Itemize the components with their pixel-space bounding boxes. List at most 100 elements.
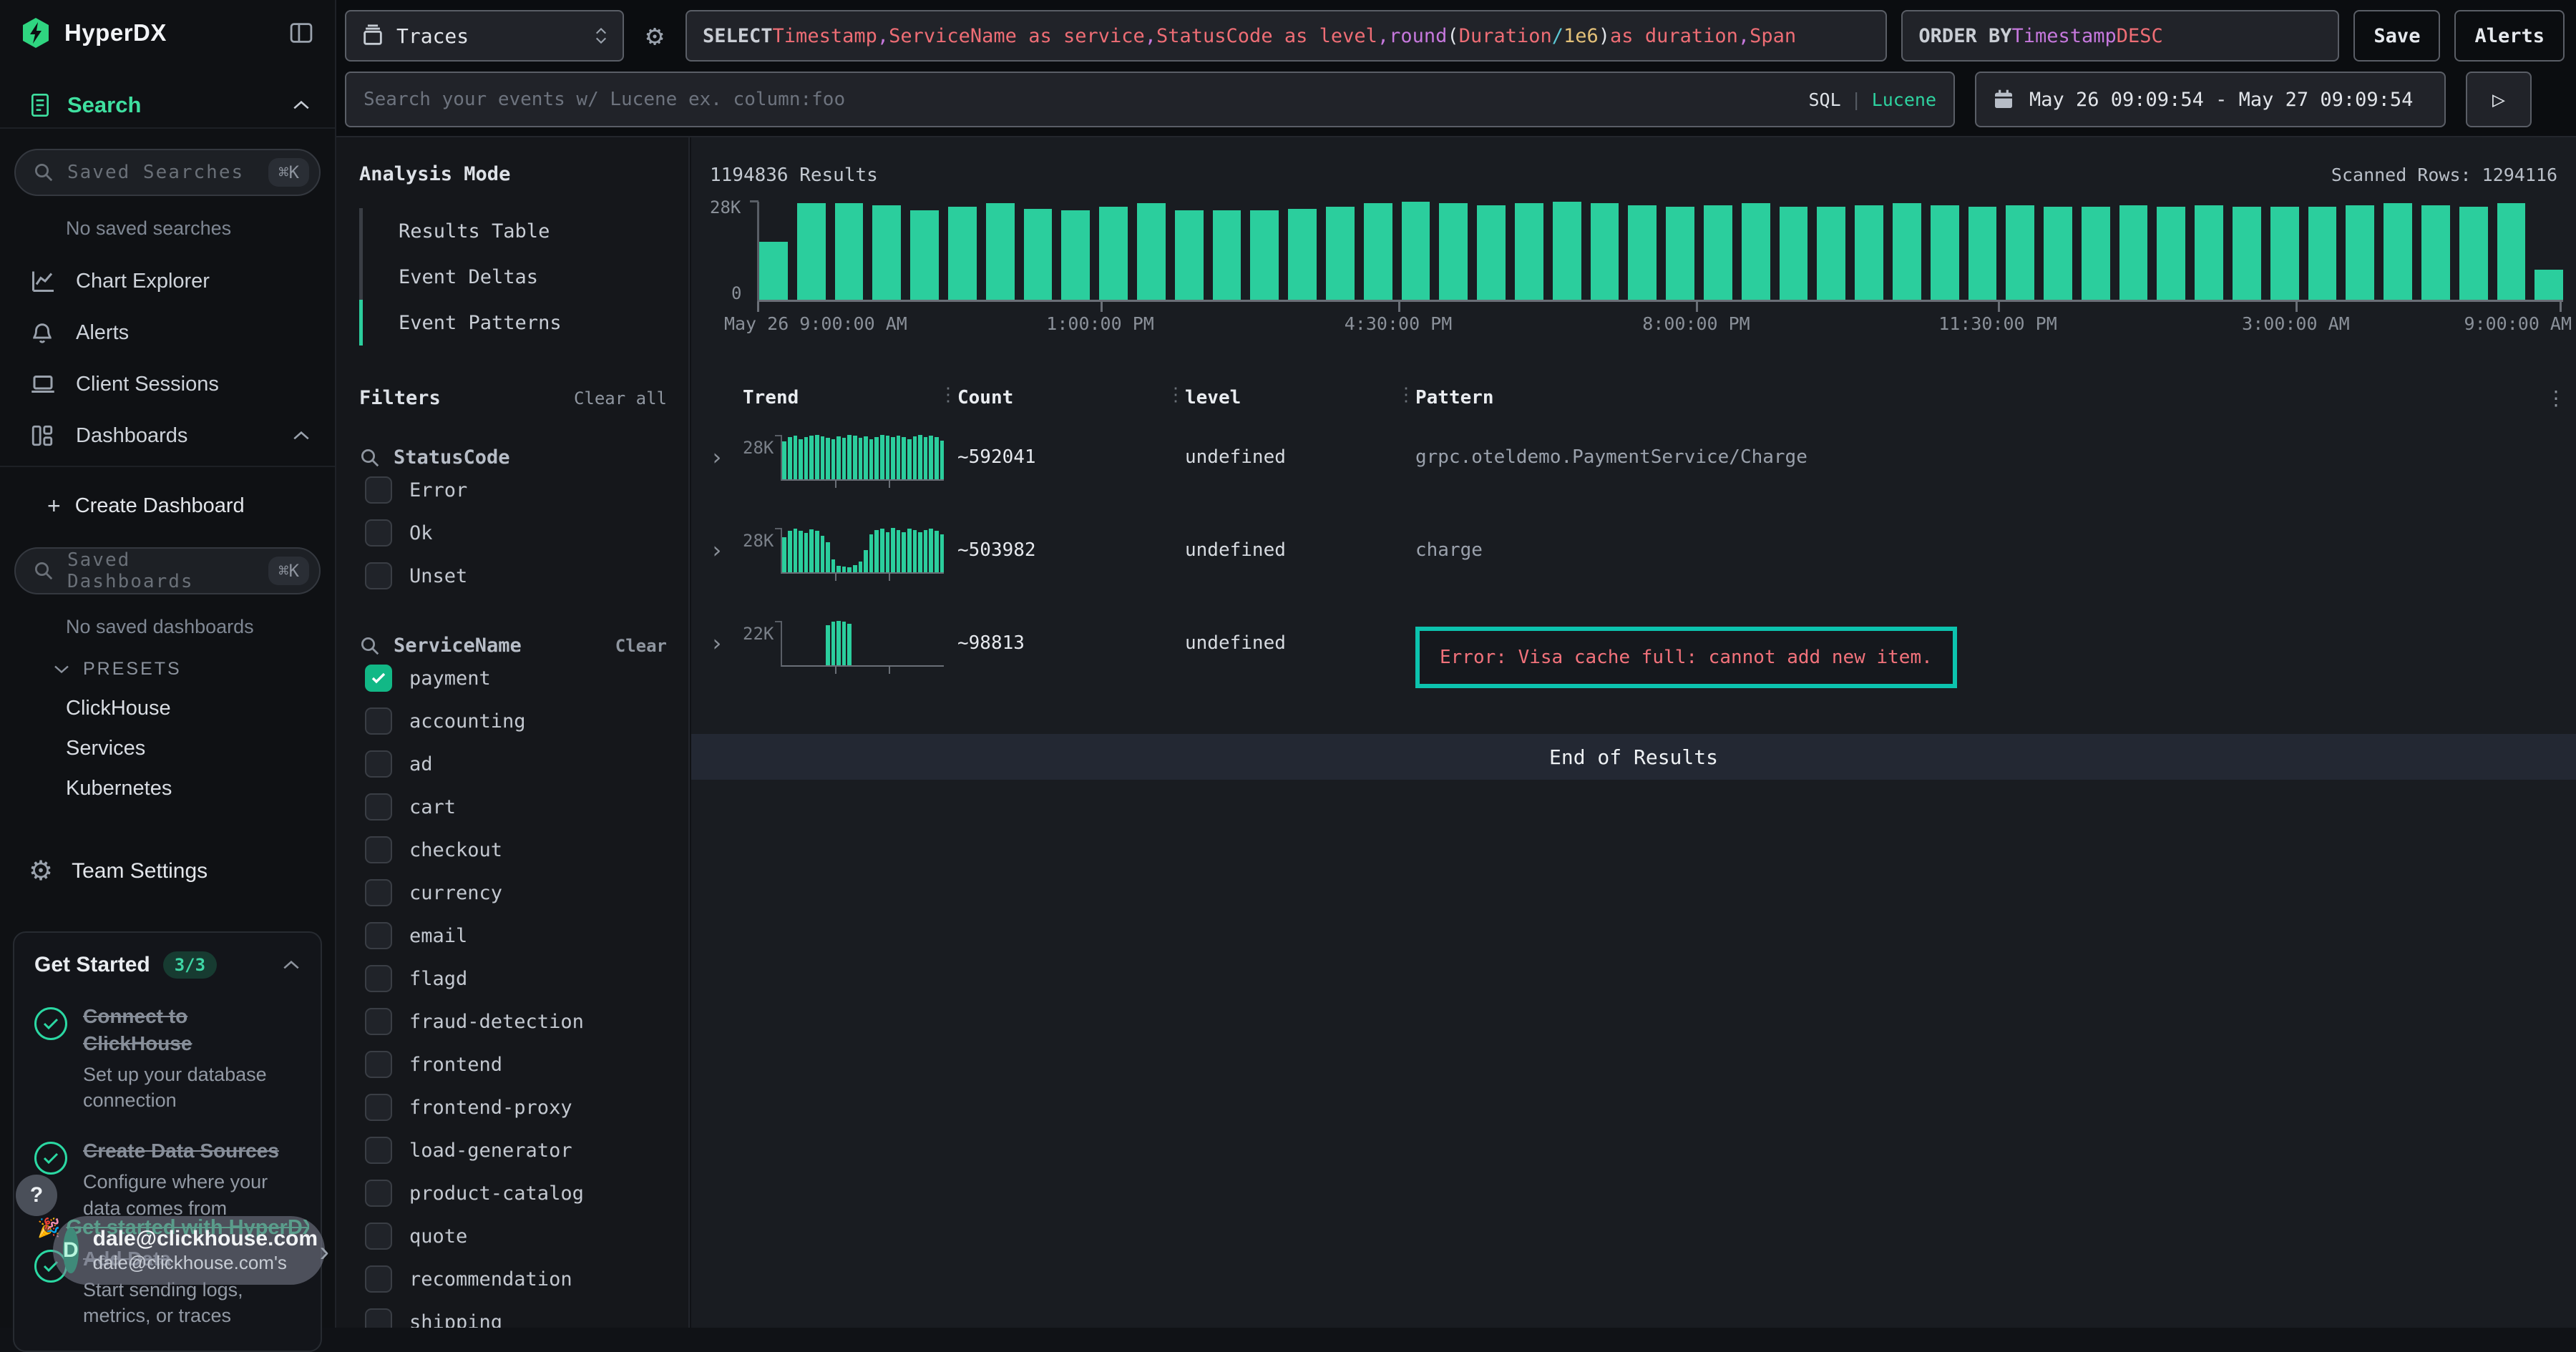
- checkbox[interactable]: [365, 922, 392, 949]
- checkbox[interactable]: [365, 793, 392, 820]
- lang-sql-toggle[interactable]: SQL: [1808, 89, 1840, 110]
- expand-row-icon[interactable]: ›: [710, 528, 743, 564]
- sidebar-item-client-sessions[interactable]: Client Sessions: [0, 361, 335, 407]
- column-header-level[interactable]: ⋮level: [1185, 387, 1415, 408]
- column-resize-handle[interactable]: ⋮: [1166, 384, 1185, 406]
- checkbox[interactable]: [365, 879, 392, 906]
- checkbox[interactable]: [365, 1008, 392, 1035]
- search-input[interactable]: [364, 89, 1808, 110]
- filter-option-frontend[interactable]: frontend: [365, 1043, 667, 1086]
- mode-results-table[interactable]: Results Table: [359, 208, 667, 254]
- filter-option-email[interactable]: email: [365, 914, 667, 957]
- filter-option-frontend-proxy[interactable]: frontend-proxy: [365, 1086, 667, 1129]
- date-range-picker[interactable]: May 26 09:09:54 - May 27 09:09:54: [1975, 72, 2446, 127]
- checkbox-checked[interactable]: [365, 665, 392, 692]
- checkbox[interactable]: [365, 836, 392, 863]
- filter-option-accounting[interactable]: accounting: [365, 700, 667, 743]
- checkbox[interactable]: [365, 1308, 392, 1328]
- table-row[interactable]: › 28K ~592041 undefined grpc.oteldemo.Pa…: [710, 435, 2566, 509]
- mode-event-patterns[interactable]: Event Patterns: [359, 300, 667, 346]
- saved-searches-input[interactable]: Saved Searches ⌘K: [14, 149, 321, 196]
- sidebar-section-search[interactable]: Search: [0, 83, 335, 129]
- checkbox[interactable]: [365, 1180, 392, 1207]
- checkbox[interactable]: [365, 1051, 392, 1078]
- column-header-count[interactable]: ⋮Count: [957, 387, 1185, 408]
- preset-services[interactable]: Services: [0, 728, 335, 768]
- user-menu[interactable]: D dale@clickhouse.com dale@clickhouse.co…: [53, 1216, 325, 1285]
- checkbox[interactable]: [365, 750, 392, 778]
- sidebar-item-alerts[interactable]: Alerts: [0, 310, 335, 356]
- checkbox[interactable]: [365, 1265, 392, 1293]
- create-dashboard-button[interactable]: + Create Dashboard: [0, 484, 335, 527]
- event-search-bar[interactable]: SQL | Lucene: [345, 72, 1955, 127]
- filter-option-ok[interactable]: Ok: [365, 511, 667, 554]
- get-started-header[interactable]: Get Started 3/3: [34, 951, 301, 979]
- filter-option-cart[interactable]: cart: [365, 785, 667, 828]
- results-histogram[interactable]: 28K 0 May 26 9:00:00 AM 1:00:00 PM 4:30:…: [710, 199, 2566, 333]
- clear-service-link[interactable]: Clear: [615, 636, 667, 656]
- preset-kubernetes[interactable]: Kubernetes: [0, 768, 335, 808]
- checkbox[interactable]: [365, 1094, 392, 1121]
- checkbox[interactable]: [365, 707, 392, 735]
- column-resize-handle[interactable]: ⋮: [939, 384, 957, 406]
- filter-option-payment[interactable]: payment: [365, 657, 667, 700]
- filter-option-fraud-detection[interactable]: fraud-detection: [365, 1000, 667, 1043]
- pattern-cell-highlighted[interactable]: Error: Visa cache full: cannot add new i…: [1415, 621, 2534, 688]
- filter-option-error[interactable]: Error: [365, 469, 667, 511]
- expand-row-icon[interactable]: ›: [710, 435, 743, 471]
- help-button[interactable]: ?: [16, 1175, 57, 1216]
- source-settings-gear-icon[interactable]: ⚙: [638, 19, 671, 52]
- column-header-pattern[interactable]: ⋮Pattern: [1415, 387, 2534, 408]
- table-row[interactable]: › 28K ~503982 undefined charge: [710, 528, 2566, 602]
- sidebar-item-chart-explorer[interactable]: Chart Explorer: [0, 258, 335, 304]
- filter-option-shipping[interactable]: shipping: [365, 1300, 667, 1328]
- checkbox[interactable]: [365, 476, 392, 504]
- lang-lucene-toggle[interactable]: Lucene: [1872, 89, 1936, 110]
- filter-option-load-generator[interactable]: load-generator: [365, 1129, 667, 1172]
- filter-option-quote[interactable]: quote: [365, 1215, 667, 1258]
- saved-dashboards-input[interactable]: Saved Dashboards ⌘K: [14, 547, 321, 594]
- column-header-trend[interactable]: Trend: [743, 387, 957, 408]
- alerts-button[interactable]: Alerts: [2454, 10, 2565, 62]
- checkbox[interactable]: [365, 519, 392, 547]
- chevron-up-icon[interactable]: [282, 959, 301, 971]
- preset-clickhouse[interactable]: ClickHouse: [0, 688, 335, 728]
- filter-option-ad[interactable]: ad: [365, 743, 667, 785]
- team-settings-button[interactable]: ⚙ Team Settings: [0, 848, 335, 894]
- select-clause-editor[interactable]: SELECT Timestamp, ServiceName as service…: [686, 10, 1887, 62]
- selected-pattern-box[interactable]: Error: Visa cache full: cannot add new i…: [1415, 627, 1957, 688]
- filter-option-checkout[interactable]: checkout: [365, 828, 667, 871]
- clear-all-link[interactable]: Clear all: [574, 388, 667, 408]
- filter-option-flagd[interactable]: flagd: [365, 957, 667, 1000]
- collapse-sidebar-icon[interactable]: [288, 21, 315, 45]
- get-started-item[interactable]: Connect to ClickHouse Set up your databa…: [34, 1003, 301, 1113]
- magnifier-icon[interactable]: [359, 635, 381, 657]
- pattern-cell[interactable]: charge: [1415, 528, 2534, 561]
- filter-option-product-catalog[interactable]: product-catalog: [365, 1172, 667, 1215]
- table-menu-icon[interactable]: ⋮: [2534, 386, 2566, 410]
- checkbox[interactable]: [365, 965, 392, 992]
- filter-option-currency[interactable]: currency: [365, 871, 667, 914]
- mode-event-deltas[interactable]: Event Deltas: [359, 254, 667, 300]
- get-started-item[interactable]: Create Data Sources Configure where your…: [34, 1137, 301, 1221]
- filter-option-recommendation[interactable]: recommendation: [365, 1258, 667, 1300]
- save-button[interactable]: Save: [2353, 10, 2440, 62]
- checkbox[interactable]: [365, 1223, 392, 1250]
- expand-row-icon[interactable]: ›: [710, 621, 743, 657]
- histogram-bars[interactable]: [757, 202, 2563, 302]
- table-row[interactable]: › 22K ~98813 undefined Error: Visa cache…: [710, 621, 2566, 695]
- sidebar-item-dashboards[interactable]: Dashboards: [0, 413, 335, 459]
- presets-toggle[interactable]: PRESETS: [0, 650, 335, 688]
- filter-option-unset[interactable]: Unset: [365, 554, 667, 597]
- checkbox[interactable]: [365, 562, 392, 589]
- run-query-button[interactable]: ▷: [2466, 72, 2532, 127]
- pattern-cell[interactable]: grpc.oteldemo.PaymentService/Charge: [1415, 435, 2534, 468]
- checkbox[interactable]: [365, 1137, 392, 1164]
- orderby-clause-editor[interactable]: ORDER BY Timestamp DESC: [1901, 10, 2339, 62]
- app-title: HyperDX: [64, 19, 167, 46]
- chevron-up-icon[interactable]: [292, 99, 311, 111]
- column-resize-handle[interactable]: ⋮: [1397, 384, 1415, 406]
- chevron-up-icon[interactable]: [292, 430, 311, 441]
- source-select[interactable]: Traces: [345, 10, 624, 62]
- magnifier-icon[interactable]: [359, 447, 381, 469]
